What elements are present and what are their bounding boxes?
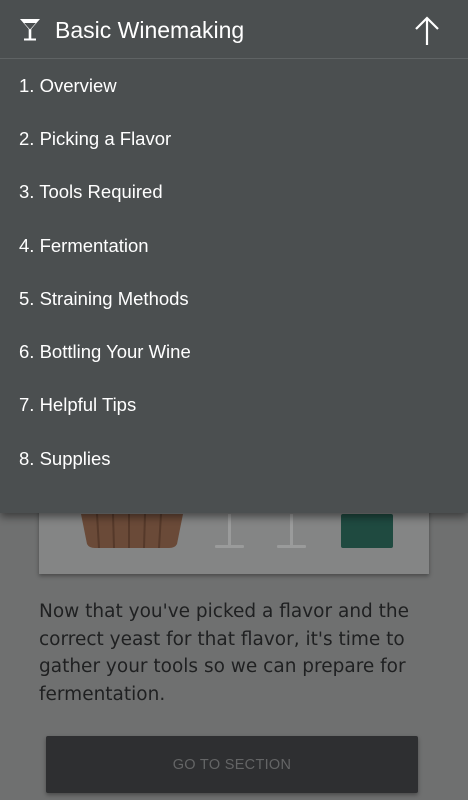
app-title: Basic Winemaking <box>55 17 245 43</box>
section-dropdown: Basic Winemaking 1. Overview 2. Picking … <box>0 0 468 513</box>
barrel-icon <box>81 513 183 549</box>
menu-item-picking-a-flavor[interactable]: 2. Picking a Flavor <box>0 112 468 165</box>
section-menu: 1. Overview 2. Picking a Flavor 3. Tools… <box>0 59 468 485</box>
bucket-icon <box>341 514 393 548</box>
menu-item-tools-required[interactable]: 3. Tools Required <box>0 166 468 219</box>
menu-item-helpful-tips[interactable]: 7. Helpful Tips <box>0 379 468 432</box>
menu-item-bottling-your-wine[interactable]: 6. Bottling Your Wine <box>0 325 468 378</box>
menu-item-supplies[interactable]: 8. Supplies <box>0 432 468 485</box>
collapse-button[interactable] <box>406 10 448 52</box>
menu-item-straining-methods[interactable]: 5. Straining Methods <box>0 272 468 325</box>
section-description: Now that you've picked a flavor and the … <box>39 601 410 705</box>
arrow-up-icon <box>415 16 439 45</box>
wine-glass-icon <box>19 18 41 42</box>
go-to-section-button[interactable]: GO TO SECTION <box>46 736 418 793</box>
menu-item-fermentation[interactable]: 4. Fermentation <box>0 219 468 272</box>
menu-item-overview[interactable]: 1. Overview <box>0 59 468 112</box>
app-bar: Basic Winemaking <box>0 0 468 59</box>
wine-glass-stem-icon <box>215 514 306 548</box>
